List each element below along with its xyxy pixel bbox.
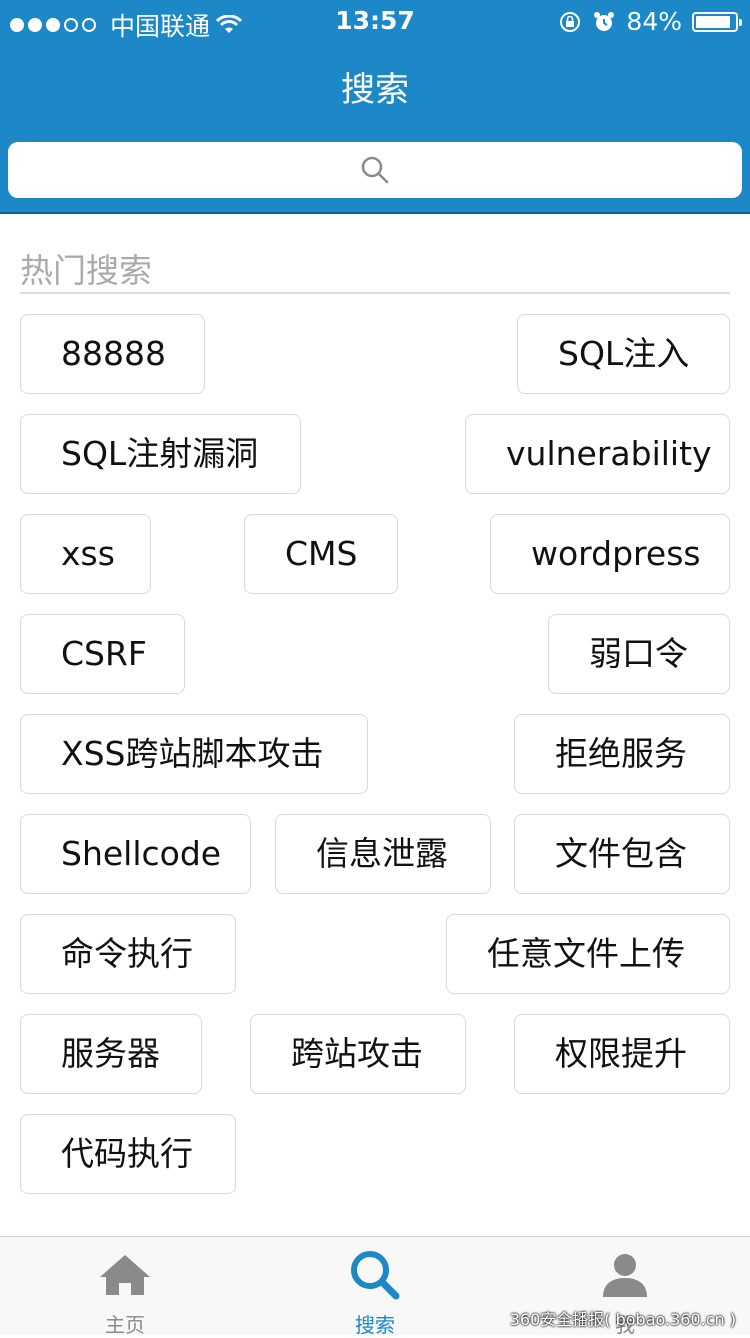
hot-tag[interactable]: Shellcode xyxy=(20,814,251,894)
hot-tag[interactable]: 信息泄露 xyxy=(275,814,491,894)
hot-tag[interactable]: 弱口令 xyxy=(548,614,730,694)
hot-tag[interactable]: SQL注射漏洞 xyxy=(20,414,301,494)
battery-icon xyxy=(692,11,742,32)
hot-tag[interactable]: 服务器 xyxy=(20,1014,202,1094)
hot-tag[interactable]: 88888 xyxy=(20,314,205,394)
app-header: 中国联通 13:57 84% 搜索 xyxy=(0,0,750,214)
search-icon xyxy=(361,156,389,184)
hot-tag[interactable]: 拒绝服务 xyxy=(514,714,730,794)
tab-search[interactable]: 搜索 xyxy=(250,1237,500,1337)
alarm-icon xyxy=(594,11,615,31)
hot-tag[interactable]: CSRF xyxy=(20,614,185,694)
hot-tag[interactable]: 任意文件上传 xyxy=(446,914,730,994)
divider xyxy=(20,292,730,294)
search-icon xyxy=(351,1251,400,1300)
hot-tag[interactable]: XSS跨站脚本攻击 xyxy=(20,714,368,794)
hot-tag[interactable]: wordpress xyxy=(490,514,730,594)
page-title: 搜索 xyxy=(341,70,409,110)
rotation-lock-icon xyxy=(560,11,581,32)
hot-tag[interactable]: CMS xyxy=(244,514,398,594)
hot-tag[interactable]: vulnerability xyxy=(465,414,730,494)
search-input[interactable] xyxy=(8,142,742,198)
hot-tag[interactable]: 代码执行 xyxy=(20,1114,236,1194)
status-bar: 中国联通 13:57 84% xyxy=(0,0,750,42)
hot-tag[interactable]: 命令执行 xyxy=(20,914,236,994)
home-icon xyxy=(100,1255,150,1295)
watermark: 360安全播报( bobao.360.cn ) xyxy=(509,1310,736,1329)
user-icon xyxy=(603,1254,647,1297)
hot-tag[interactable]: 权限提升 xyxy=(514,1014,730,1094)
hot-tag[interactable]: 文件包含 xyxy=(514,814,730,894)
battery-percent: 84% xyxy=(626,7,682,36)
hot-search-title: 热门搜索 xyxy=(20,251,152,290)
tab-home[interactable]: 主页 xyxy=(0,1237,250,1337)
hot-tag[interactable]: xss xyxy=(20,514,151,594)
hot-tag[interactable]: SQL注入 xyxy=(517,314,730,394)
hot-tag[interactable]: 跨站攻击 xyxy=(250,1014,466,1094)
